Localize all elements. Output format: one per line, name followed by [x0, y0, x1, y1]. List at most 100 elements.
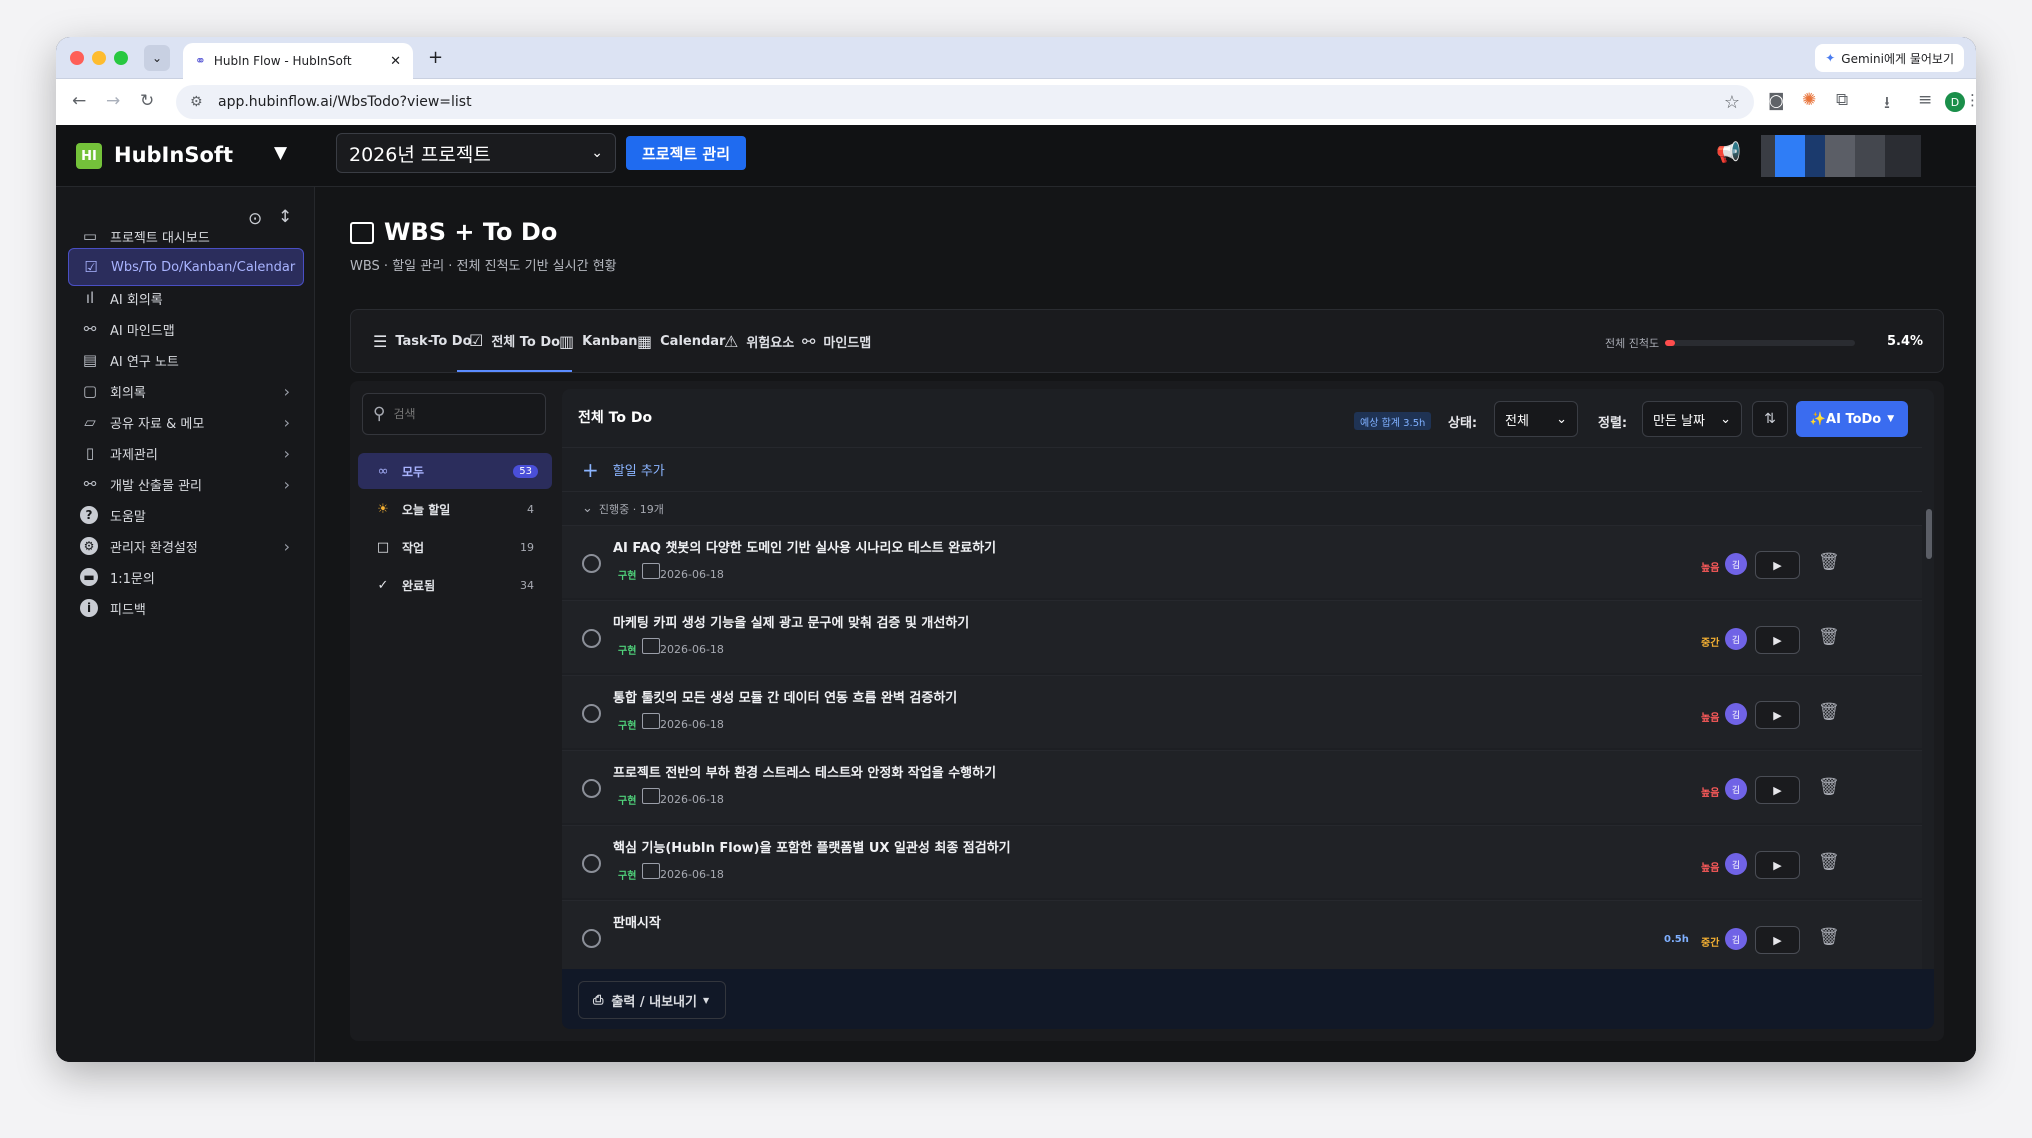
assignee-avatar[interactable]: 김 [1725, 628, 1747, 650]
extensions-puzzle-icon[interactable]: ⧉ [1836, 90, 1848, 110]
browser-tab[interactable]: ⚭ HubIn Flow - HubInSoft ✕ [183, 43, 413, 79]
ai-todo-label: ✨AI ToDo [1809, 411, 1882, 427]
project-select[interactable]: 2026년 프로젝트 ⌄ [336, 133, 616, 173]
status-select[interactable]: 전체 ⌄ [1494, 401, 1578, 437]
reload-icon[interactable]: ↻ [140, 91, 154, 111]
priority-badge: 높음 [1701, 713, 1720, 724]
bookmark-star-icon[interactable]: ☆ [1724, 92, 1740, 113]
trash-icon[interactable]: 🗑 [1818, 777, 1840, 797]
trash-icon[interactable]: 🗑 [1818, 927, 1840, 947]
filter-item[interactable]: ☀ 오늘 할일 4 [358, 491, 552, 527]
browser-menu-icon[interactable]: ⋮ [1965, 91, 1976, 109]
group-header[interactable]: ⌄ 진행중 · 19개 [562, 491, 1922, 525]
site-info-icon[interactable]: ⚙ [190, 94, 203, 110]
todo-row[interactable]: AI FAQ 챗봇의 다양한 도메인 기반 실사용 시나리오 테스트 완료하기 구… [562, 525, 1922, 598]
printer-icon: ⎙ [593, 992, 604, 1008]
search-box[interactable]: ⚲ [362, 393, 546, 435]
todo-row[interactable]: 판매시작 0.5h 중간 김 ▶ 🗑 [562, 900, 1922, 973]
ai-todo-button[interactable]: ✨AI ToDo ▼ [1796, 401, 1908, 437]
chevron-down-icon: ⌄ [1720, 411, 1731, 427]
reading-list-icon[interactable]: ≡ [1918, 90, 1932, 110]
todo-row[interactable]: 프로젝트 전반의 부하 환경 스트레스 테스트와 안정화 작업을 수행하기 구현 2… [562, 750, 1922, 823]
chevron-right-icon: › [283, 381, 290, 401]
complete-checkbox[interactable] [582, 779, 601, 798]
close-tab-icon[interactable]: ✕ [390, 54, 401, 69]
filter-item[interactable]: □ 작업 19 [358, 529, 552, 565]
complete-checkbox[interactable] [582, 929, 601, 948]
filter-item[interactable]: ∞ 모두 53 [358, 453, 552, 489]
start-timer-button[interactable]: ▶ [1755, 626, 1800, 654]
complete-checkbox[interactable] [582, 554, 601, 573]
trash-icon[interactable]: 🗑 [1818, 702, 1840, 722]
chevron-right-icon: › [283, 536, 290, 556]
profile-block [1885, 135, 1921, 177]
start-timer-button[interactable]: ▶ [1755, 551, 1800, 579]
filter-label: 작업 [402, 540, 425, 555]
sort-select[interactable]: 만든 날짜 ⌄ [1642, 401, 1742, 437]
chevron-down-icon: ⌄ [591, 145, 603, 161]
start-timer-button[interactable]: ▶ [1755, 851, 1800, 879]
scrollbar-thumb[interactable] [1926, 509, 1932, 559]
filter-count: 4 [527, 502, 534, 516]
start-timer-button[interactable]: ▶ [1755, 701, 1800, 729]
check-calendar-icon: ☑ [84, 258, 98, 276]
trash-icon[interactable]: 🗑 [1818, 852, 1840, 872]
sidebar-item[interactable]: i 피드백 [68, 589, 304, 627]
complete-checkbox[interactable] [582, 629, 601, 648]
project-manage-button[interactable]: 프로젝트 관리 [626, 136, 746, 170]
forward-icon[interactable]: → [106, 91, 120, 111]
search-input[interactable] [393, 407, 514, 421]
filter-label: 오늘 할일 [402, 502, 451, 517]
view-tab[interactable]: ☑ 전체 To Do [457, 310, 573, 372]
view-tab[interactable]: ⚯ 마인드맵 [802, 310, 871, 372]
sort-direction-button[interactable]: ⇅ [1752, 401, 1788, 437]
calendar-icon [642, 638, 660, 654]
complete-checkbox[interactable] [582, 704, 601, 723]
complete-checkbox[interactable] [582, 854, 601, 873]
assignee-avatar[interactable]: 김 [1725, 778, 1747, 800]
sidebar-item-label: AI 마인드맵 [110, 323, 175, 339]
plus-icon: + [582, 457, 599, 482]
todo-row[interactable]: 통합 툴킷의 모든 생성 모듈 간 데이터 연동 흐름 완벽 검증하기 구현 202… [562, 675, 1922, 748]
tab-list-dropdown-icon[interactable]: ⌄ [144, 45, 170, 71]
back-icon[interactable]: ← [72, 91, 86, 111]
start-timer-button[interactable]: ▶ [1755, 776, 1800, 804]
todo-date: 2026-06-18 [660, 643, 724, 656]
trash-icon[interactable]: 🗑 [1818, 627, 1840, 647]
extension-sun-icon[interactable]: ✺ [1802, 90, 1816, 110]
new-tab-button[interactable]: + [428, 47, 443, 68]
view-tab[interactable]: ⚠ 위험요소 [724, 310, 794, 372]
minimize-window-dot[interactable] [92, 51, 106, 65]
address-bar[interactable]: ⚙ app.hubinflow.ai/WbsTodo?view=list ☆ [176, 85, 1754, 119]
site-favicon-icon: ⚭ [195, 53, 206, 69]
download-icon[interactable]: ⭳ [1884, 90, 1890, 119]
sidebar-item-label: 과제관리 [110, 447, 158, 463]
maximize-window-dot[interactable] [114, 51, 128, 65]
screenshot-icon[interactable]: ◙ [1768, 91, 1785, 111]
close-window-dot[interactable] [70, 51, 84, 65]
view-tab[interactable]: ▦ Calendar [637, 310, 725, 372]
sidebar-item-label: 관리자 환경설정 [110, 540, 198, 556]
profile-avatar[interactable]: D [1945, 92, 1965, 112]
assignee-avatar[interactable]: 김 [1725, 703, 1747, 725]
export-button[interactable]: ⎙ 출력 / 내보내기 ▼ [578, 981, 726, 1019]
start-timer-button[interactable]: ▶ [1755, 926, 1800, 954]
folder-icon: ▱ [84, 413, 96, 431]
filter-label: 모두 [402, 464, 425, 479]
filter-item[interactable]: ✓ 완료됨 34 [358, 567, 552, 603]
assignee-avatar[interactable]: 김 [1725, 928, 1747, 950]
add-todo-button[interactable]: + 할일 추가 [562, 447, 1922, 491]
status-label: 상태: [1448, 416, 1478, 431]
todo-title: AI FAQ 챗봇의 다양한 도메인 기반 실사용 시나리오 테스트 완료하기 [613, 541, 997, 556]
view-tab[interactable]: ▥ Kanban [559, 310, 638, 372]
todo-row[interactable]: 마케팅 카피 생성 기능을 실제 광고 문구에 맞춰 검증 및 개선하기 구현 20… [562, 600, 1922, 673]
assignee-avatar[interactable]: 김 [1725, 553, 1747, 575]
gemini-button[interactable]: ✦ Gemini에게 물어보기 [1815, 44, 1964, 72]
assignee-avatar[interactable]: 김 [1725, 853, 1747, 875]
todo-row[interactable]: 핵심 기능(HubIn Flow)을 포함한 플랫폼별 UX 일관성 최종 점검… [562, 825, 1922, 898]
brand-menu-caret-icon[interactable]: ▼ [274, 143, 287, 163]
megaphone-icon[interactable]: 📢 [1716, 140, 1741, 164]
trash-icon[interactable]: 🗑 [1818, 552, 1840, 572]
user-profile-pixelated[interactable] [1761, 135, 1921, 177]
sort-select-value: 만든 날짜 [1653, 413, 1705, 429]
